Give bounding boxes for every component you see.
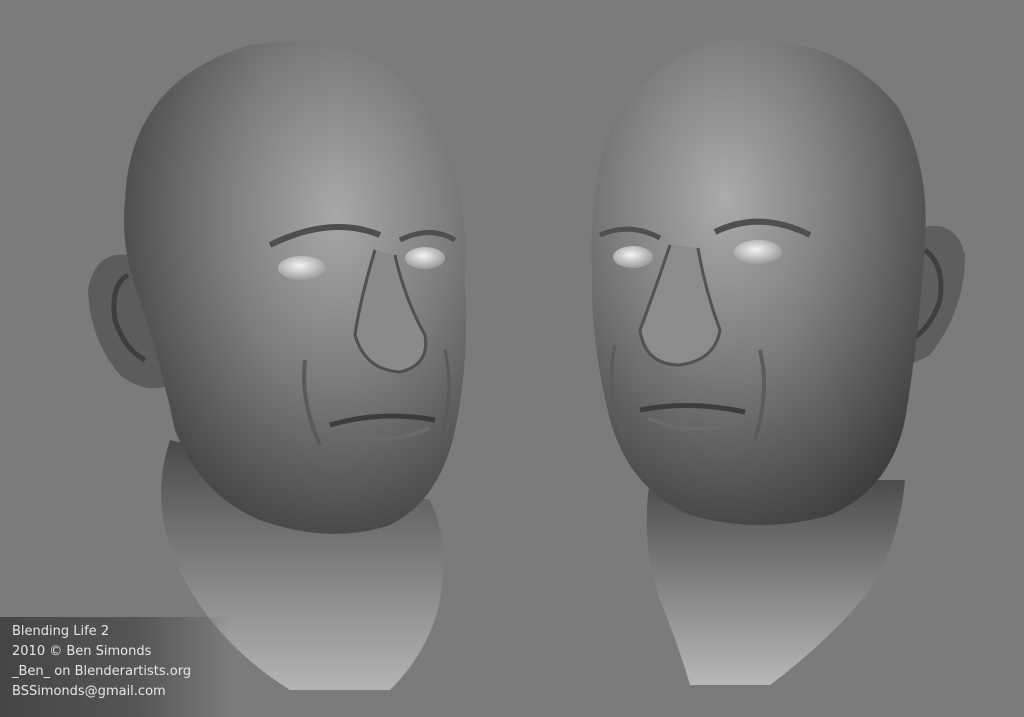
right-head [591,38,965,685]
render-canvas: Blending Life 2 2010 © Ben Simonds _Ben_… [0,0,1024,717]
credit-email: BSSimonds@gmail.com [12,684,166,699]
credit-title: Blending Life 2 [12,624,110,639]
left-head [88,41,467,690]
credits-block: Blending Life 2 2010 © Ben Simonds _Ben_… [12,622,191,702]
credit-copyright: 2010 © Ben Simonds [12,644,152,659]
sculpt-render [88,38,965,690]
credit-forum: _Ben_ on Blenderartists.org [12,664,192,679]
